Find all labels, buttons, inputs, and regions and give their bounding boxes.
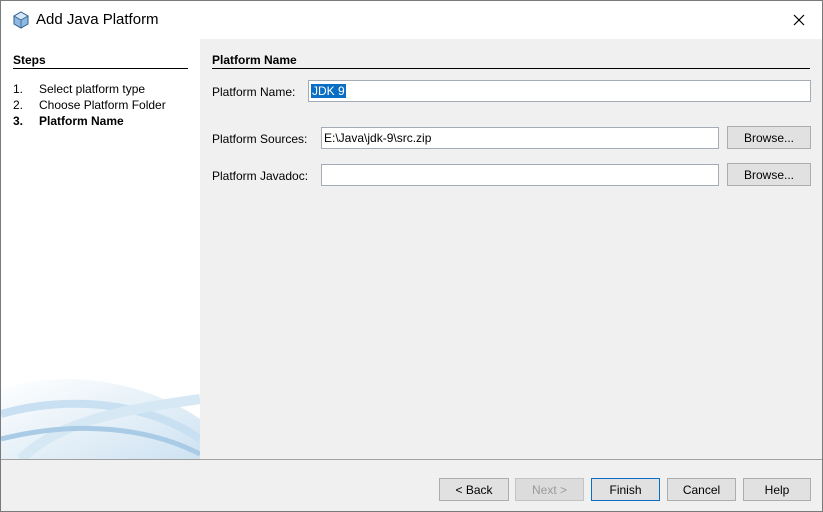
window-title: Add Java Platform [36, 11, 159, 28]
platform-javadoc-input[interactable] [321, 164, 719, 186]
step-label: Select platform type [39, 82, 146, 96]
steps-list: 1. Select platform type 2. Choose Platform… [13, 81, 166, 129]
decorative-swoosh-graphic [1, 379, 200, 459]
cancel-button[interactable]: Cancel [667, 478, 736, 501]
finish-button[interactable]: Finish [591, 478, 660, 501]
button-bar: < Back Next > Finish Cancel Help [1, 460, 822, 511]
add-java-platform-dialog: Add Java Platform Steps 1. Select platfor… [0, 0, 823, 512]
steps-panel: Steps 1. Select platform type 2. Choose Pl… [1, 39, 200, 459]
close-button[interactable] [776, 1, 822, 39]
step-item-current: 3. Platform Name [13, 113, 166, 129]
help-button[interactable]: Help [743, 478, 811, 501]
step-number: 1. [13, 82, 24, 96]
step-label: Platform Name [39, 114, 124, 128]
platform-name-value: JDK 9 [311, 84, 346, 98]
browse-javadoc-button[interactable]: Browse... [727, 163, 811, 186]
platform-sources-value: E:\Java\jdk-9\src.zip [324, 131, 432, 145]
platform-sources-label: Platform Sources: [212, 132, 308, 146]
content-title: Platform Name [212, 53, 810, 69]
step-number: 3. [13, 114, 24, 128]
browse-sources-button[interactable]: Browse... [727, 126, 811, 149]
platform-javadoc-label: Platform Javadoc: [212, 169, 309, 183]
back-button[interactable]: < Back [439, 478, 509, 501]
steps-title: Steps [13, 53, 188, 69]
netbeans-cube-icon [13, 11, 29, 29]
step-item: 2. Choose Platform Folder [13, 97, 166, 113]
platform-name-input[interactable]: JDK 9 [308, 80, 811, 102]
next-button[interactable]: Next > [515, 478, 584, 501]
platform-sources-input[interactable]: E:\Java\jdk-9\src.zip [321, 127, 719, 149]
step-number: 2. [13, 98, 24, 112]
step-item: 1. Select platform type [13, 81, 166, 97]
content-panel: Platform Name Platform Name: JDK 9 Platf… [200, 39, 822, 459]
title-bar[interactable]: Add Java Platform [1, 1, 822, 39]
platform-name-label: Platform Name: [212, 85, 296, 99]
step-label: Choose Platform Folder [39, 98, 166, 112]
close-icon [793, 14, 805, 26]
